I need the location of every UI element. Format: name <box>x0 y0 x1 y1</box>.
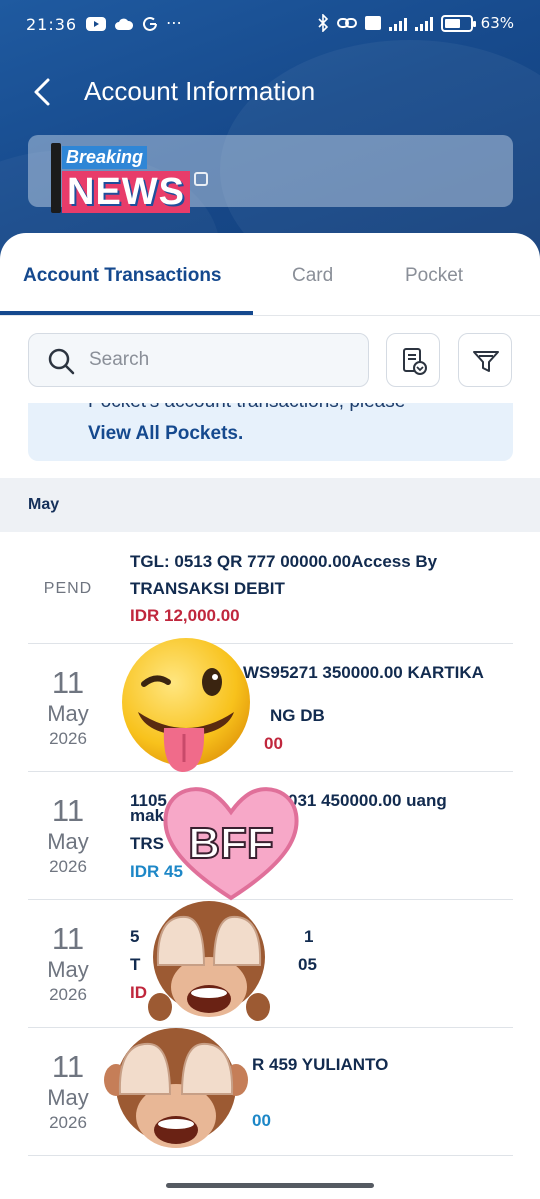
transaction-status: PEND <box>43 580 93 597</box>
transaction-amount: 00 <box>264 734 283 753</box>
transaction-type-cont: 05 <box>298 955 317 974</box>
status-right-icons: 63% <box>317 14 514 32</box>
signal-icon <box>414 15 433 31</box>
tab-pocket[interactable]: Pocket <box>405 246 463 316</box>
volte-icon <box>364 16 381 30</box>
transaction-type: T <box>130 955 141 974</box>
bff-heart-sticker: BFF <box>163 787 299 901</box>
pocket-info-banner: Pocket's account transactions, please Vi… <box>28 403 513 461</box>
back-button[interactable] <box>24 72 64 112</box>
transaction-description-cont: 1 <box>304 927 314 946</box>
transaction-row[interactable]: PEND TGL: 0513 QR 777 00000.00Access By … <box>28 533 513 644</box>
google-icon <box>143 16 157 31</box>
date-year: 2026 <box>49 1113 87 1132</box>
see-no-evil-monkey-sticker <box>148 901 270 1021</box>
sticker-text-big: NEWS <box>62 171 190 213</box>
search-input[interactable] <box>89 334 359 386</box>
battery-text: 63% <box>480 14 514 32</box>
filter-button[interactable] <box>458 333 512 387</box>
transaction-date: 11 May 2026 <box>28 794 108 878</box>
search-icon <box>48 348 75 375</box>
search-box <box>28 333 369 387</box>
breaking-news-sticker: Breaking NEWS <box>50 143 210 217</box>
document-download-icon <box>403 348 427 375</box>
transaction-amount: IDR 12,000.00 <box>130 606 240 625</box>
transaction-date: 11 May 2026 <box>28 1050 108 1134</box>
transaction-date: 11 May 2026 <box>28 922 108 1006</box>
status-time: 21:36 <box>26 15 78 34</box>
sticker-bar <box>51 143 61 213</box>
bluetooth-icon <box>318 14 328 32</box>
transaction-row[interactable]: 11 May 2026 R 459 YULIANTO 00 <box>28 1028 513 1156</box>
battery-icon <box>440 14 476 32</box>
transaction-description: TGL: 0513 QR 777 00000.00Access By <box>130 552 438 571</box>
divider <box>0 315 540 316</box>
status-bar: 21:36 ⋯ 63% <box>0 0 540 52</box>
more-notifications-icon: ⋯ <box>166 15 182 32</box>
transaction-type: TRANSAKSI DEBIT <box>130 579 285 598</box>
link-icon <box>336 18 357 28</box>
youtube-icon <box>86 17 106 31</box>
date-year: 2026 <box>49 857 87 876</box>
battery-level <box>444 18 460 28</box>
transaction-date: 11 May 2026 <box>28 666 108 750</box>
date-month: May <box>47 957 89 982</box>
date-year: 2026 <box>49 729 87 748</box>
filter-icon <box>473 351 499 372</box>
cloud-icon <box>115 18 134 30</box>
date-month: May <box>47 1085 89 1110</box>
winking-tongue-emoji-sticker <box>122 638 250 772</box>
tab-card[interactable]: Card <box>292 246 333 316</box>
date-month: May <box>47 829 89 854</box>
date-day: 11 <box>51 665 85 700</box>
transaction-row[interactable]: 11 May 2026 WS95271 350000.00 KARTIKA NG… <box>28 644 513 772</box>
tab-bar: Account Transactions Card Pocket <box>0 246 540 318</box>
date-month: May <box>47 701 89 726</box>
transaction-type: NG DB <box>270 706 325 725</box>
see-no-evil-monkey-sticker <box>104 1028 248 1148</box>
signal-icon <box>388 15 407 31</box>
date-year: 2026 <box>49 985 87 1004</box>
transaction-amount: 00 <box>252 1111 271 1130</box>
month-header: May <box>0 478 540 532</box>
month-label: May <box>28 496 60 513</box>
transaction-description-cont: 031 450000.00 uang <box>288 791 447 810</box>
info-text: Pocket's account transactions, please <box>88 403 405 413</box>
chevron-left-icon <box>34 78 50 106</box>
home-indicator[interactable] <box>166 1183 374 1188</box>
view-all-pockets-link[interactable]: View All Pockets. <box>88 423 243 445</box>
transaction-description: 5 <box>130 927 140 946</box>
transaction-description: WS95271 350000.00 KARTIKA <box>243 663 484 682</box>
date-day: 11 <box>51 793 85 828</box>
transaction-amount: ID <box>130 983 147 1002</box>
download-statement-button[interactable] <box>386 333 440 387</box>
transaction-description: R 459 YULIANTO <box>252 1055 389 1074</box>
bff-text: BFF <box>188 819 274 868</box>
status-left-icons: ⋯ <box>86 14 182 34</box>
page-title: Account Information <box>84 76 316 106</box>
date-day: 11 <box>51 921 85 956</box>
tab-account-transactions[interactable]: Account Transactions <box>23 246 222 316</box>
date-day: 11 <box>51 1049 85 1084</box>
sticker-text-small: Breaking <box>62 146 148 169</box>
